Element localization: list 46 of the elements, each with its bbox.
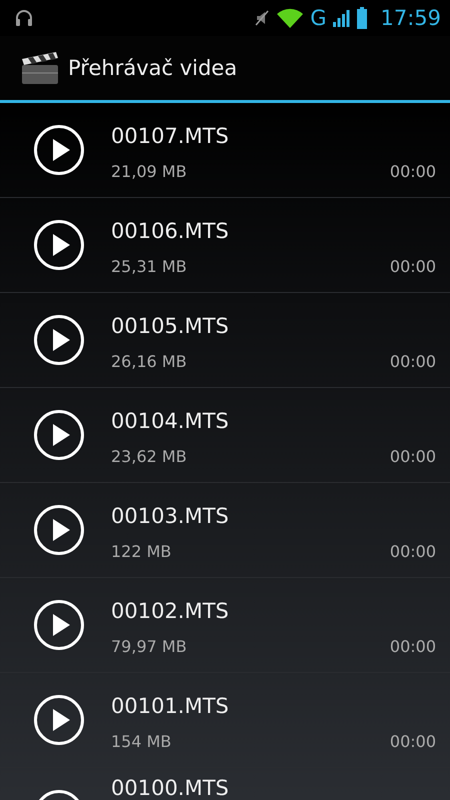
file-size: 79,97 MB — [111, 636, 187, 656]
duration: 00:00 — [390, 446, 436, 466]
file-name: 00103.MTS — [111, 502, 230, 528]
video-item[interactable]: 00104.MTS 23,62 MB 00:00 — [0, 388, 450, 483]
file-name: 00100.MTS — [111, 775, 230, 800]
headphones-icon — [14, 8, 34, 28]
video-item[interactable]: 00105.MTS 26,16 MB 00:00 — [0, 293, 450, 388]
file-name: 00102.MTS — [111, 598, 230, 622]
file-size: 122 MB — [111, 542, 172, 560]
duration: 00:00 — [390, 542, 436, 560]
file-name: 00104.MTS — [111, 408, 230, 432]
file-name: 00101.MTS — [111, 692, 230, 718]
play-icon — [33, 124, 85, 176]
file-size: 25,31 MB — [111, 256, 187, 276]
clapperboard-icon — [20, 51, 60, 85]
video-item[interactable]: 00103.MTS 122 MB 00:00 — [0, 483, 450, 578]
file-name: 00105.MTS — [111, 312, 230, 338]
clock: 17:59 — [380, 6, 441, 30]
signal-icon — [332, 8, 350, 28]
duration: 00:00 — [390, 732, 436, 750]
duration: 00:00 — [390, 256, 436, 276]
battery-icon — [356, 7, 368, 29]
file-size: 21,09 MB — [111, 162, 187, 180]
duration: 00:00 — [390, 162, 436, 180]
play-icon — [33, 314, 85, 366]
video-item[interactable]: 00102.MTS 79,97 MB 00:00 — [0, 578, 450, 673]
wifi-icon — [276, 7, 304, 29]
duration: 00:00 — [390, 352, 436, 370]
play-icon — [33, 409, 85, 461]
duration: 00:00 — [390, 636, 436, 656]
network-type: G — [310, 6, 326, 30]
file-name: 00106.MTS — [111, 218, 230, 242]
play-icon — [33, 504, 85, 556]
file-size: 23,62 MB — [111, 446, 187, 466]
file-name: 00107.MTS — [111, 122, 230, 148]
video-item[interactable]: 00106.MTS 25,31 MB 00:00 — [0, 198, 450, 293]
video-item[interactable]: 00100.MTS — [0, 768, 450, 800]
file-size: 26,16 MB — [111, 352, 187, 370]
app-title: Přehrávač videa — [68, 56, 238, 80]
video-item[interactable]: 00107.MTS 21,09 MB 00:00 — [0, 103, 450, 198]
muted-speaker-icon — [254, 8, 270, 28]
file-size: 154 MB — [111, 732, 172, 750]
play-icon — [33, 219, 85, 271]
video-item[interactable]: 00101.MTS 154 MB 00:00 — [0, 673, 450, 768]
play-icon — [33, 599, 85, 651]
play-icon — [33, 694, 85, 746]
